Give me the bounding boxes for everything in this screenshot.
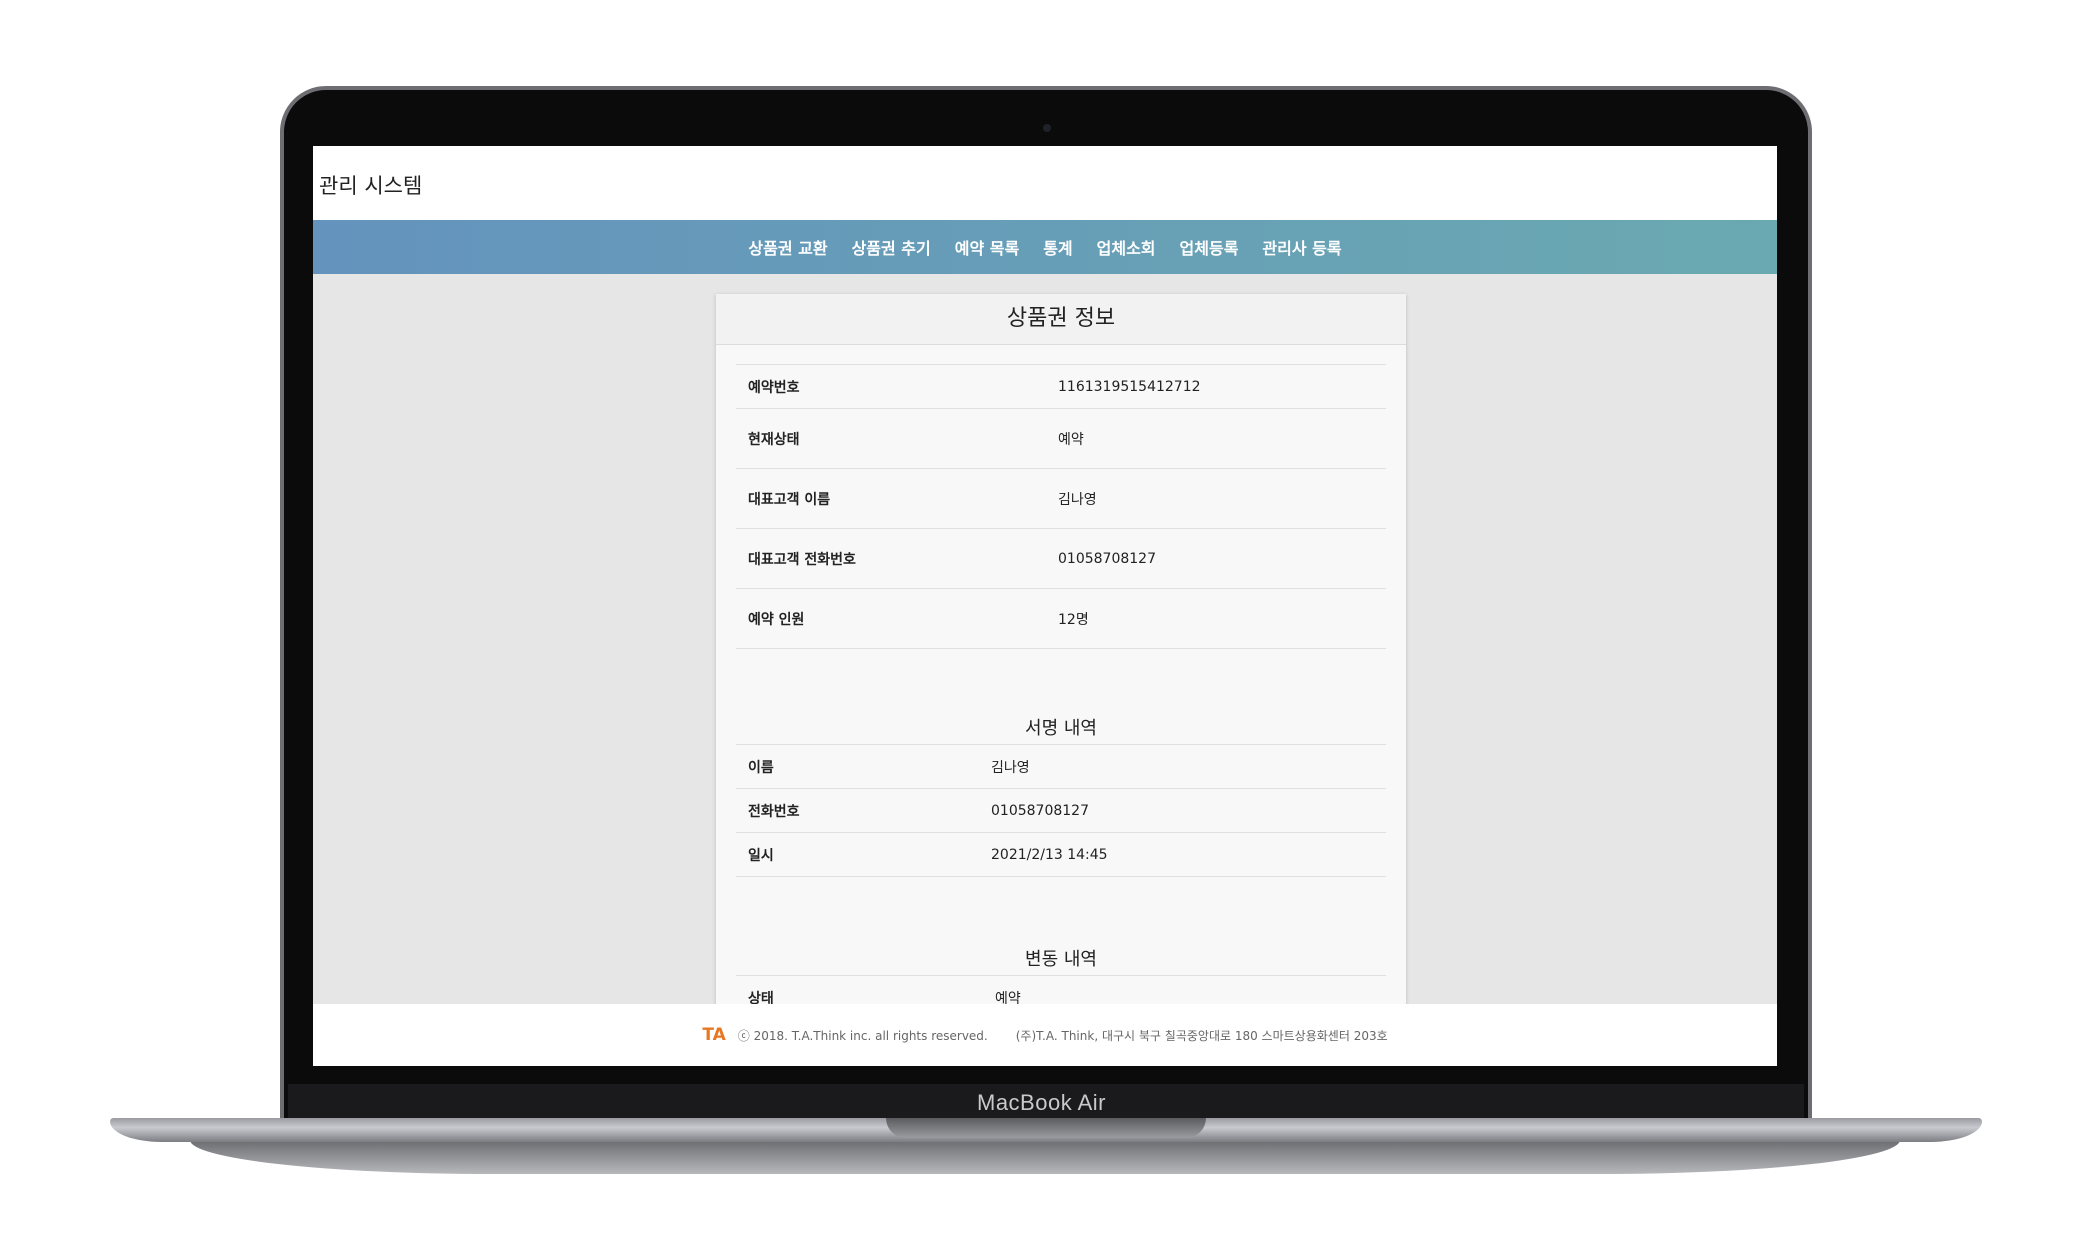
signature-section-title: 서명 내역 bbox=[1025, 718, 1097, 739]
row-label: 예약 인원 bbox=[736, 588, 1046, 649]
footer: TA ⓒ 2018. T.A.Think inc. all rights res… bbox=[313, 1004, 1777, 1066]
main-nav: 상품권 교환 상품권 추기 예약 목록 통계 업체소회 업체등록 관리사 등록 bbox=[313, 220, 1777, 274]
table-row: 일시 2021/2/13 14:45 bbox=[736, 832, 1386, 877]
info-table: 예약번호 1161319515412712 현재상태 예약 대표고객 이름 김나… bbox=[736, 364, 1386, 649]
laptop-notch bbox=[886, 1118, 1206, 1138]
row-label: 대표고객 이름 bbox=[736, 468, 1046, 529]
main-content: 상품권 정보 예약번호 1161319515412712 현재상태 예약 대표고… bbox=[313, 274, 1777, 1020]
row-value: 김나영 bbox=[1046, 468, 1386, 529]
nav-item-statistics[interactable]: 통계 bbox=[1043, 235, 1072, 259]
nav-item-vendor-search[interactable]: 업체소회 bbox=[1097, 235, 1156, 259]
screen: 관리 시스템 상품권 교환 상품권 추기 예약 목록 통계 업체소회 업체등록 … bbox=[313, 146, 1777, 1066]
gift-card-info-panel: 상품권 정보 예약번호 1161319515412712 현재상태 예약 대표고… bbox=[716, 294, 1406, 1020]
app-title: 관리 시스템 bbox=[319, 174, 423, 198]
row-value: 12명 bbox=[1046, 588, 1386, 649]
row-label: 이름 bbox=[736, 744, 979, 789]
row-label: 현재상태 bbox=[736, 408, 1046, 469]
row-label: 예약번호 bbox=[736, 364, 1046, 409]
laptop-base-bottom bbox=[190, 1140, 1900, 1174]
row-value: 01058708127 bbox=[979, 788, 1386, 833]
table-row: 예약번호 1161319515412712 bbox=[736, 364, 1386, 409]
row-value: 예약 bbox=[1046, 408, 1386, 469]
row-value: 김나영 bbox=[979, 744, 1386, 789]
table-row: 이름 김나영 bbox=[736, 744, 1386, 789]
nav-item-gift-add[interactable]: 상품권 추기 bbox=[852, 235, 931, 259]
table-row: 현재상태 예약 bbox=[736, 408, 1386, 469]
signature-table: 이름 김나영 전화번호 01058708127 일시 2021/2/13 14:… bbox=[736, 744, 1386, 877]
camera-icon bbox=[1043, 124, 1051, 132]
row-value: 1161319515412712 bbox=[1046, 364, 1386, 409]
footer-copyright: ⓒ 2018. T.A.Think inc. all rights reserv… bbox=[737, 1028, 988, 1043]
ta-logo: TA bbox=[702, 1025, 726, 1045]
nav-item-vendor-register[interactable]: 업체등록 bbox=[1180, 235, 1239, 259]
footer-address: (주)T.A. Think, 대구시 북구 칠곡중앙대로 180 스마트상용화센… bbox=[1015, 1028, 1388, 1043]
table-row: 전화번호 01058708127 bbox=[736, 788, 1386, 833]
row-value: 01058708127 bbox=[1046, 528, 1386, 589]
row-value: 2021/2/13 14:45 bbox=[979, 832, 1386, 877]
row-label: 일시 bbox=[736, 832, 979, 877]
table-row: 예약 인원 12명 bbox=[736, 588, 1386, 649]
change-section-title: 변동 내역 bbox=[1025, 949, 1097, 970]
nav-item-reservation-list[interactable]: 예약 목록 bbox=[955, 235, 1019, 259]
card-title: 상품권 정보 bbox=[716, 294, 1406, 345]
nav-item-gift-exchange[interactable]: 상품권 교환 bbox=[748, 235, 827, 259]
device-brand-label: MacBook Air bbox=[977, 1090, 1106, 1115]
row-label: 대표고객 전화번호 bbox=[736, 528, 1046, 589]
row-label: 전화번호 bbox=[736, 788, 979, 833]
table-row: 대표고객 이름 김나영 bbox=[736, 468, 1386, 529]
table-row: 대표고객 전화번호 01058708127 bbox=[736, 528, 1386, 589]
nav-item-manager-register[interactable]: 관리사 등록 bbox=[1262, 235, 1341, 259]
